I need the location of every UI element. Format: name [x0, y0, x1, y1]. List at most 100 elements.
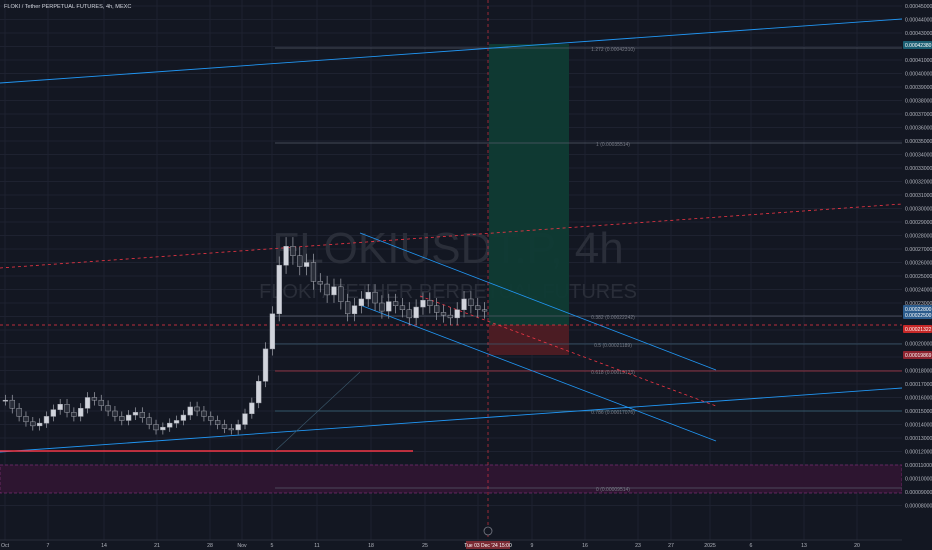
demand-zone[interactable] [0, 464, 903, 494]
loss-zone[interactable] [489, 325, 569, 355]
price-tick-label: 0.00025000 [905, 274, 932, 280]
price-tick-label: 0.00040000 [905, 72, 932, 78]
candle-body[interactable] [64, 404, 70, 413]
time-tick-label: 20 [854, 543, 860, 549]
candle-body[interactable] [214, 420, 221, 425]
candle-body[interactable] [269, 313, 276, 350]
price-tag-label: 0.00022500 [905, 313, 932, 319]
candle-body[interactable] [406, 309, 412, 319]
candle-body[interactable] [338, 286, 344, 302]
candle-body[interactable] [153, 424, 159, 431]
candle-body[interactable] [317, 281, 323, 285]
candle-body[interactable] [481, 309, 488, 312]
candle-body[interactable] [379, 302, 385, 312]
candle-body[interactable] [125, 414, 132, 421]
price-tick-label: 0.00016000 [905, 396, 932, 402]
candle-body[interactable] [420, 300, 426, 308]
price-tick-label: 0.00026000 [905, 261, 932, 267]
candle-body[interactable] [105, 405, 111, 412]
candle-body[interactable] [23, 416, 29, 423]
candle-body[interactable] [399, 305, 406, 311]
candle-body[interactable] [392, 301, 399, 306]
candle-body[interactable] [413, 306, 419, 319]
candle-body[interactable] [434, 305, 440, 313]
candle-body[interactable] [427, 300, 433, 306]
candle-body[interactable] [91, 397, 98, 401]
candle-body[interactable] [345, 301, 351, 315]
candle-body[interactable] [372, 291, 378, 304]
candle-body[interactable] [16, 408, 22, 417]
candle-body[interactable] [351, 305, 358, 315]
candle-body[interactable] [461, 298, 467, 311]
candle-body[interactable] [365, 291, 371, 300]
candle-body[interactable] [358, 298, 365, 306]
candle-body[interactable] [201, 410, 207, 417]
candle-body[interactable] [187, 406, 193, 416]
candle-body[interactable] [228, 428, 234, 431]
candle-body[interactable] [208, 416, 214, 421]
candle-body[interactable] [386, 301, 392, 312]
candle-body[interactable] [146, 417, 152, 425]
candle-body[interactable] [297, 255, 303, 267]
candle-body[interactable] [194, 406, 200, 412]
candle-body[interactable] [242, 413, 248, 425]
candle-body[interactable] [112, 410, 118, 417]
price-tick-label: 0.00043000 [905, 31, 932, 37]
watermark-name: FLOKI / TETHER PERPETUAL FUTURES [259, 281, 637, 303]
candle-body[interactable] [71, 412, 77, 417]
candle-body[interactable] [303, 262, 310, 267]
price-tick-label: 0.00011000 [905, 463, 932, 469]
crosshair-marker[interactable] [483, 526, 493, 536]
candle-body[interactable] [221, 424, 228, 429]
candle-body[interactable] [475, 305, 481, 311]
candle-body[interactable] [235, 424, 241, 431]
candle-body[interactable] [50, 409, 56, 417]
candle-body[interactable] [310, 262, 317, 282]
time-tick-label: 14 [101, 543, 107, 549]
candle-body[interactable] [98, 399, 104, 406]
candle-body[interactable] [324, 283, 330, 296]
candle-body[interactable] [283, 246, 289, 266]
candle-body[interactable] [139, 412, 145, 419]
time-tick-label: 16 [582, 543, 588, 549]
candle-body[interactable] [468, 298, 474, 306]
candle-body[interactable] [454, 309, 460, 319]
time-tick-label: 13 [801, 543, 807, 549]
chart-canvas[interactable]: FLOKIUSDT.P, 4h FLOKI / TETHER PERPETUAL … [0, 0, 932, 550]
candle-body[interactable] [43, 416, 50, 424]
candle-body[interactable] [249, 402, 255, 414]
price-tick-label: 0.00017000 [905, 382, 932, 388]
candle-body[interactable] [167, 422, 173, 428]
candle-body[interactable] [173, 420, 180, 424]
candle-body[interactable] [132, 412, 139, 416]
price-tick-label: 0.00031000 [905, 193, 932, 199]
candle-body[interactable] [440, 312, 447, 316]
candle-body[interactable] [290, 246, 296, 257]
candle-body[interactable] [84, 397, 91, 409]
price-tick-label: 0.00028000 [905, 234, 932, 240]
time-tick-label: 5 [271, 543, 274, 549]
candle-body[interactable] [160, 426, 166, 431]
time-tick-label: 25 [422, 543, 428, 549]
candle-body[interactable] [262, 348, 269, 382]
candle-body[interactable] [57, 404, 63, 410]
candle-body[interactable] [331, 286, 337, 296]
candle-body[interactable] [256, 381, 262, 404]
price-tick-label: 0.00013000 [905, 436, 932, 442]
candle-body[interactable] [447, 314, 453, 319]
price-tick-label: 0.00009000 [905, 490, 932, 496]
candle-body[interactable] [78, 408, 84, 417]
profit-zone[interactable] [489, 44, 569, 325]
candle-body[interactable] [276, 264, 282, 315]
time-tick-label: 9 [531, 543, 534, 549]
price-tick-label: 0.00045000 [905, 4, 932, 10]
candle-body[interactable] [9, 399, 15, 409]
candle-body[interactable] [119, 416, 125, 421]
trading-chart[interactable]: FLOKIUSDT.P, 4h FLOKI / TETHER PERPETUAL … [0, 0, 932, 550]
candle-body[interactable] [180, 414, 187, 421]
price-tick-label: 0.00038000 [905, 99, 932, 105]
candle-body[interactable] [37, 422, 43, 427]
candle-body[interactable] [2, 399, 9, 402]
fib-level-label: 0.786 (0.00017076) [591, 410, 635, 416]
candle-body[interactable] [30, 421, 36, 427]
